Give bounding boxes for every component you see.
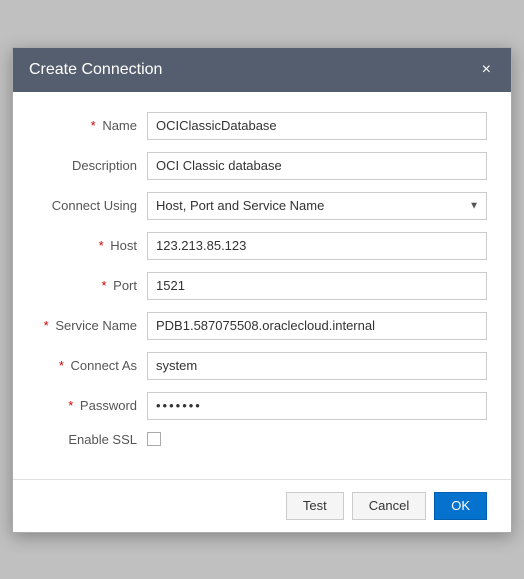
port-label-text: Port bbox=[113, 278, 137, 293]
service-name-label: * Service Name bbox=[37, 318, 147, 333]
description-input[interactable] bbox=[147, 152, 487, 180]
dialog-body: * Name Description Connect Using Host, P… bbox=[13, 92, 511, 479]
connect-as-row: * Connect As bbox=[37, 352, 487, 380]
service-name-required-star: * bbox=[44, 318, 49, 333]
dialog-footer: Test Cancel OK bbox=[13, 479, 511, 532]
password-label-text: Password bbox=[80, 398, 137, 413]
cancel-button[interactable]: Cancel bbox=[352, 492, 426, 520]
connect-using-label-text: Connect Using bbox=[52, 198, 137, 213]
connect-using-label: Connect Using bbox=[37, 198, 147, 213]
connect-using-row: Connect Using Host, Port and Service Nam… bbox=[37, 192, 487, 220]
name-input[interactable] bbox=[147, 112, 487, 140]
connect-as-label: * Connect As bbox=[37, 358, 147, 373]
password-required-star: * bbox=[68, 398, 73, 413]
dialog-title: Create Connection bbox=[29, 61, 162, 79]
connect-as-label-text: Connect As bbox=[71, 358, 138, 373]
enable-ssl-label-text: Enable SSL bbox=[68, 432, 137, 447]
port-input[interactable] bbox=[147, 272, 487, 300]
port-required-star: * bbox=[101, 278, 106, 293]
enable-ssl-row: Enable SSL bbox=[37, 432, 487, 447]
close-button[interactable]: × bbox=[478, 60, 495, 80]
name-label: * Name bbox=[37, 118, 147, 133]
connect-using-wrapper: Host, Port and Service Name JDBC URL TNS… bbox=[147, 192, 487, 220]
password-row: * Password bbox=[37, 392, 487, 420]
description-label: Description bbox=[37, 158, 147, 173]
enable-ssl-label: Enable SSL bbox=[37, 432, 147, 447]
name-label-text: Name bbox=[102, 118, 137, 133]
name-row: * Name bbox=[37, 112, 487, 140]
connect-as-required-star: * bbox=[59, 358, 64, 373]
test-button[interactable]: Test bbox=[286, 492, 344, 520]
host-label-text: Host bbox=[110, 238, 137, 253]
host-required-star: * bbox=[99, 238, 104, 253]
port-label: * Port bbox=[37, 278, 147, 293]
create-connection-dialog: Create Connection × * Name Description C… bbox=[12, 47, 512, 533]
service-name-input[interactable] bbox=[147, 312, 487, 340]
enable-ssl-checkbox[interactable] bbox=[147, 432, 161, 446]
host-row: * Host bbox=[37, 232, 487, 260]
host-label: * Host bbox=[37, 238, 147, 253]
description-label-text: Description bbox=[72, 158, 137, 173]
host-input[interactable] bbox=[147, 232, 487, 260]
password-input[interactable] bbox=[147, 392, 487, 420]
password-label: * Password bbox=[37, 398, 147, 413]
description-row: Description bbox=[37, 152, 487, 180]
port-row: * Port bbox=[37, 272, 487, 300]
name-required-star: * bbox=[91, 118, 96, 133]
enable-ssl-wrapper bbox=[147, 432, 161, 446]
service-name-row: * Service Name bbox=[37, 312, 487, 340]
connect-using-select[interactable]: Host, Port and Service Name JDBC URL TNS… bbox=[147, 192, 487, 220]
dialog-header: Create Connection × bbox=[13, 48, 511, 92]
ok-button[interactable]: OK bbox=[434, 492, 487, 520]
connect-as-input[interactable] bbox=[147, 352, 487, 380]
service-name-label-text: Service Name bbox=[55, 318, 137, 333]
